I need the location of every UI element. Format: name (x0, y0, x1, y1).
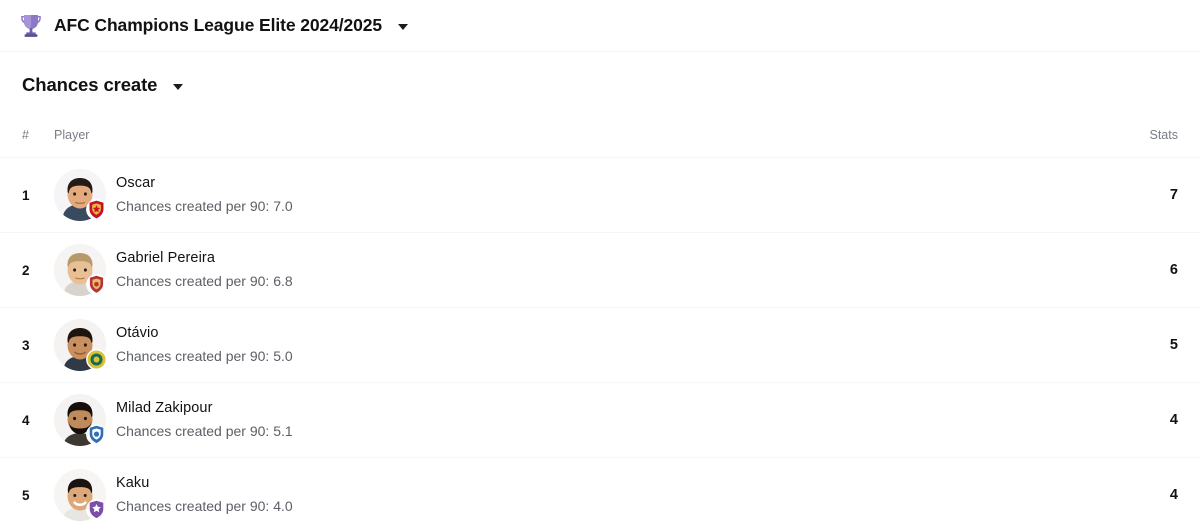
chevron-down-icon[interactable] (173, 83, 184, 90)
avatar (54, 169, 107, 221)
table-row[interactable]: 2 Gabriel Pereira Chances created per 90… (0, 232, 1200, 307)
table-row[interactable]: 5 Kaku Chances created per 90: 4.0 4 (0, 457, 1200, 532)
club-badge-esteghlal (86, 424, 107, 445)
player-name: Otávio (116, 325, 159, 341)
column-header-rank: # (22, 128, 29, 142)
player-name: Oscar (116, 175, 156, 191)
competition-selector[interactable]: AFC Champions League Elite 2024/2025 (0, 0, 1200, 52)
player-name: Kaku (116, 475, 150, 491)
table-row[interactable]: 1 Oscar Chances created per 90: 7.0 7 (0, 157, 1200, 232)
table-row[interactable]: 3 Otávio Chances created per 90: 5.0 5 (0, 307, 1200, 382)
competition-title: AFC Champions League Elite 2024/2025 (54, 15, 383, 35)
row-rank: 3 (22, 337, 30, 353)
avatar (54, 244, 107, 296)
row-stat-value: 4 (1169, 412, 1178, 428)
row-rank: 2 (22, 262, 30, 278)
stat-type-selector[interactable]: Chances create (0, 52, 184, 96)
player-stat-detail: Chances created per 90: 6.8 (116, 273, 293, 289)
player-stat-detail: Chances created per 90: 5.0 (116, 348, 293, 364)
club-badge-shanghai-port (86, 274, 107, 295)
row-stat-value: 7 (1169, 187, 1178, 203)
club-badge-shanghai-port (86, 199, 107, 220)
player-name: Milad Zakipour (116, 400, 213, 416)
player-info: Gabriel Pereira Chances created per 90: … (116, 248, 1138, 292)
row-stat-value: 6 (1169, 262, 1178, 278)
player-stat-detail: Chances created per 90: 7.0 (116, 198, 293, 214)
player-info: Milad Zakipour Chances created per 90: 5… (116, 398, 1138, 442)
table-header-row: # Player Stats (0, 113, 1200, 157)
player-stats-table: # Player Stats 1 Oscar Chances created p… (0, 113, 1200, 532)
table-row[interactable]: 4 Milad Zakipour Chances created per 90:… (0, 382, 1200, 457)
player-stat-detail: Chances created per 90: 5.1 (116, 423, 293, 439)
chevron-down-icon[interactable] (398, 23, 409, 30)
row-rank: 5 (22, 487, 30, 503)
stat-type-label: Chances create (22, 74, 158, 95)
trophy-icon (18, 12, 44, 40)
avatar (54, 394, 107, 446)
player-info: Kaku Chances created per 90: 4.0 (116, 473, 1138, 517)
row-stat-value: 4 (1169, 487, 1178, 503)
avatar (54, 319, 107, 371)
avatar (54, 469, 107, 521)
row-rank: 4 (22, 412, 30, 428)
column-header-player: Player (54, 128, 90, 142)
player-info: Oscar Chances created per 90: 7.0 (116, 173, 1138, 217)
player-info: Otávio Chances created per 90: 5.0 (116, 323, 1138, 367)
row-rank: 1 (22, 187, 30, 203)
row-stat-value: 5 (1169, 337, 1178, 353)
column-header-stats: Stats (1149, 128, 1179, 142)
player-name: Gabriel Pereira (116, 250, 216, 266)
club-badge-al-ain (86, 499, 107, 520)
player-stat-detail: Chances created per 90: 4.0 (116, 498, 293, 514)
club-badge-al-nassr (86, 349, 107, 370)
